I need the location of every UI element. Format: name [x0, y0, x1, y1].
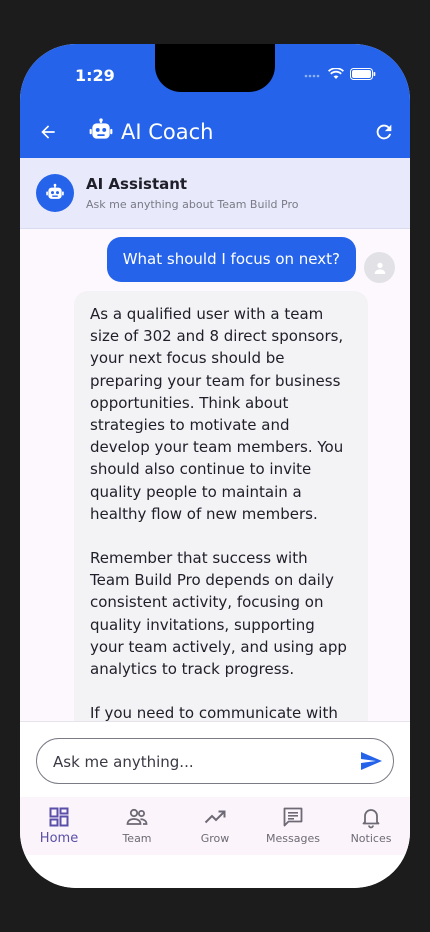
header-row: AI Coach	[20, 112, 410, 152]
message-input[interactable]	[51, 739, 345, 785]
assistant-avatar	[36, 174, 74, 212]
assistant-name: AI Assistant	[86, 175, 188, 193]
ai-message-bubble: As a qualified user with a team size of …	[74, 291, 368, 721]
person-icon	[374, 262, 385, 274]
message-icon	[283, 807, 303, 827]
assistant-banner: AI Assistant Ask me anything about Team …	[20, 158, 410, 229]
composer-bar	[20, 721, 410, 798]
people-icon	[126, 808, 148, 825]
refresh-icon	[376, 124, 392, 140]
chat-messages[interactable]: What should I focus on next? As a qualif…	[20, 229, 410, 721]
wifi-icon	[328, 68, 344, 79]
nav-label-home: Home	[39, 831, 79, 846]
nav-item-home[interactable]: Home	[20, 797, 98, 855]
ai-message-paragraph: As a qualified user with a team size of …	[90, 305, 344, 523]
send-button[interactable]	[357, 747, 385, 775]
composer-field[interactable]	[36, 738, 394, 785]
arrow-left-icon	[41, 125, 55, 139]
back-button[interactable]	[34, 118, 62, 146]
nav-label-team: Team	[122, 832, 152, 845]
trending-up-icon	[204, 810, 226, 824]
nav-item-notices[interactable]: Notices	[332, 797, 410, 855]
home-grid-icon	[49, 807, 69, 827]
page-title: AI Coach	[121, 120, 214, 144]
refresh-button[interactable]	[370, 118, 398, 146]
signal-icon	[304, 74, 320, 78]
user-avatar	[364, 252, 395, 283]
app-header: 1:29 AI Coach	[20, 44, 410, 158]
status-icons	[304, 68, 376, 80]
bottom-nav: Home Team Grow Messages Notices	[20, 797, 410, 855]
robot-icon	[46, 183, 64, 199]
nav-item-messages[interactable]: Messages	[254, 797, 332, 855]
nav-label-messages: Messages	[266, 832, 320, 845]
ai-message-paragraph: If you need to communicate with	[90, 704, 338, 721]
home-indicator-area	[20, 855, 410, 888]
nav-label-grow: Grow	[200, 832, 230, 845]
status-time: 1:29	[75, 66, 115, 85]
nav-item-grow[interactable]: Grow	[176, 797, 254, 855]
battery-icon	[350, 68, 376, 80]
send-icon	[361, 752, 382, 770]
nav-item-team[interactable]: Team	[98, 797, 176, 855]
user-message-bubble: What should I focus on next?	[106, 237, 356, 282]
nav-label-notices: Notices	[350, 832, 392, 845]
robot-icon	[89, 118, 113, 139]
ai-message-paragraph: Remember that success with Team Build Pr…	[90, 549, 347, 679]
bell-icon	[362, 809, 380, 829]
assistant-subtitle: Ask me anything about Team Build Pro	[86, 198, 299, 211]
phone-screen: 1:29 AI Coach AI Assistant Ask me anythi…	[20, 44, 410, 888]
camera-notch	[155, 44, 275, 92]
